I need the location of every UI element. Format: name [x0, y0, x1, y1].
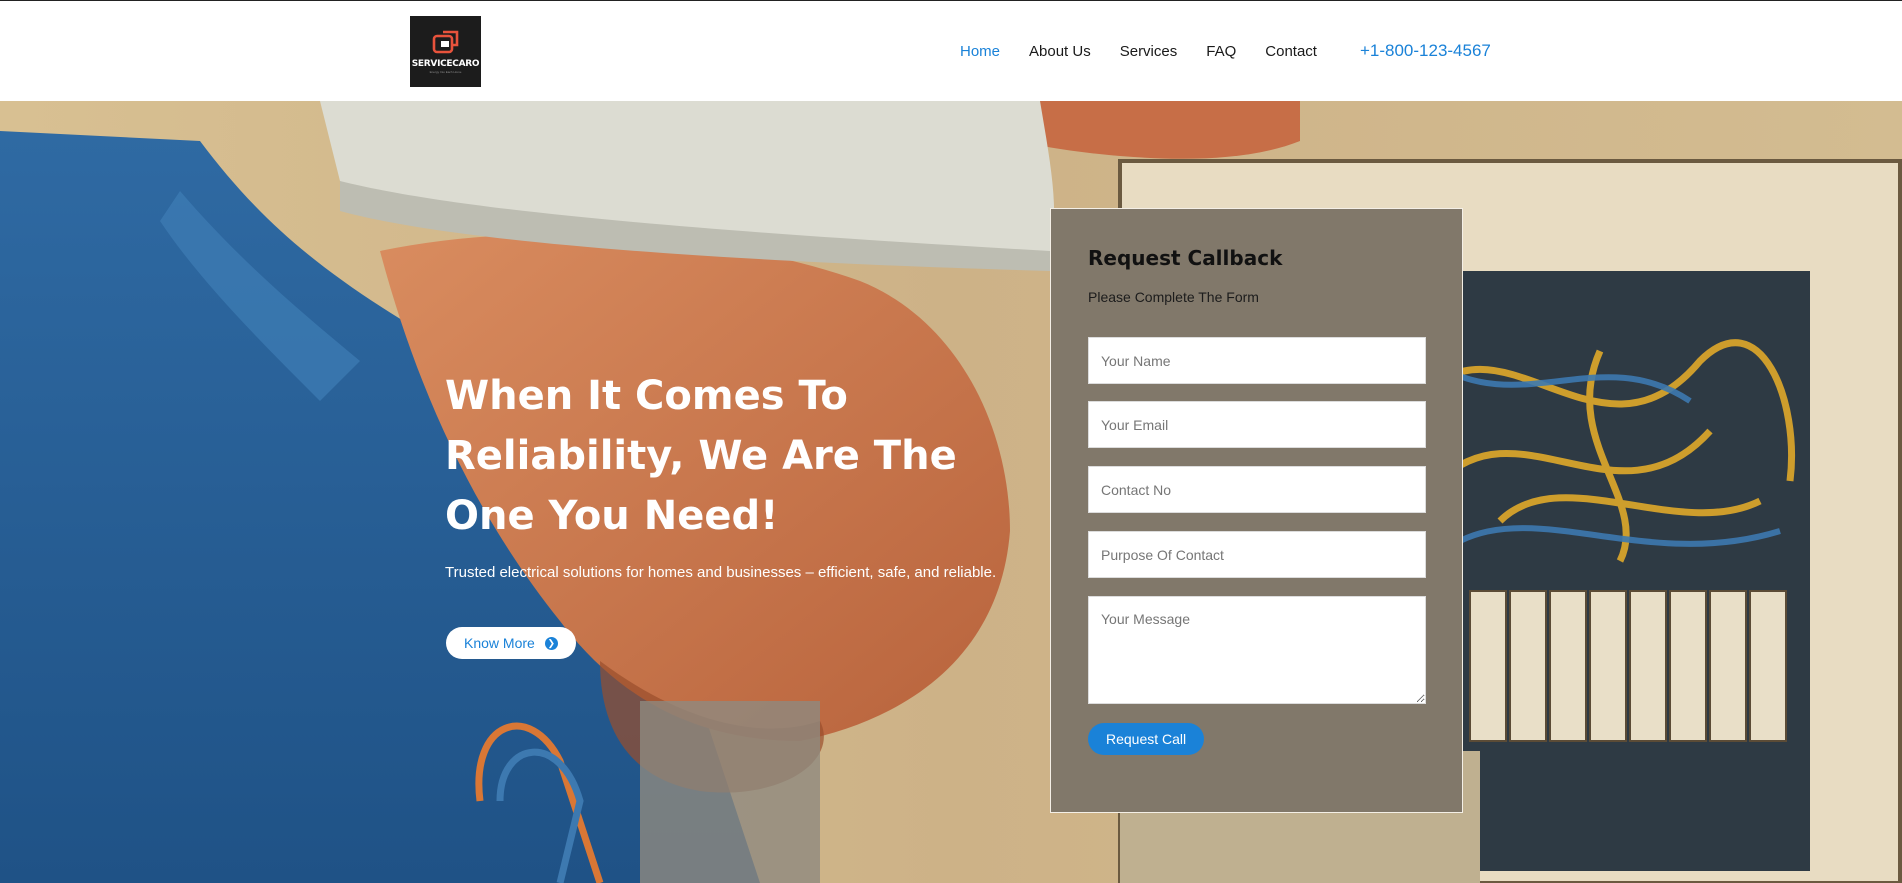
know-more-label: Know More [464, 635, 535, 651]
form-title: Request Callback [1088, 246, 1283, 270]
logo-tagline: Energy Into Each Home [429, 70, 462, 74]
logo-text: SERVICECARO [411, 59, 480, 69]
nav-item-faq[interactable]: FAQ [1206, 43, 1236, 60]
nav-item-home[interactable]: Home [960, 43, 1000, 60]
chevron-right-circle-icon: ❯ [544, 636, 558, 650]
request-callback-form: Request Callback Please Complete The For… [1050, 208, 1463, 813]
message-textarea[interactable] [1088, 596, 1426, 704]
name-input[interactable] [1088, 337, 1426, 384]
form-subtitle: Please Complete The Form [1088, 289, 1259, 305]
box-logo-icon [432, 30, 458, 54]
hero-subtitle: Trusted electrical solutions for homes a… [445, 564, 997, 581]
request-call-button[interactable]: Request Call [1088, 723, 1205, 755]
hero-section: When It Comes To Reliability, We Are The… [0, 101, 1902, 883]
nav-item-contact[interactable]: Contact [1265, 43, 1317, 60]
email-input[interactable] [1088, 401, 1426, 448]
brand-logo[interactable]: SERVICECARO Energy Into Each Home [410, 16, 481, 87]
nav-item-services[interactable]: Services [1120, 43, 1178, 60]
nav-item-about-us[interactable]: About Us [1029, 43, 1091, 60]
main-nav: Home About Us Services FAQ Contact +1-80… [960, 41, 1491, 61]
know-more-button[interactable]: Know More ❯ [446, 627, 576, 659]
hero-title: When It Comes To Reliability, We Are The… [445, 373, 957, 539]
contact-no-input[interactable] [1088, 466, 1426, 513]
purpose-input[interactable] [1088, 531, 1426, 578]
site-header: SERVICECARO Energy Into Each Home Home A… [0, 0, 1902, 101]
phone-link[interactable]: +1-800-123-4567 [1360, 41, 1491, 61]
